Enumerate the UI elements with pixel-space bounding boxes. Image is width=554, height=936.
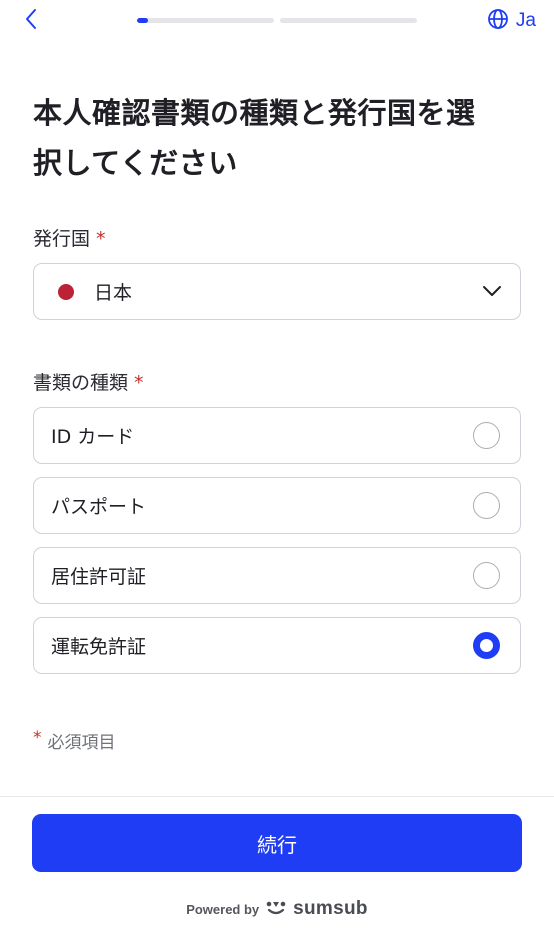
japan-flag-icon (58, 283, 74, 300)
page-title-line-2: 択してください (33, 146, 238, 180)
option-label: 運転免許証 (51, 636, 147, 658)
document-option-id-card[interactable]: ID カード (33, 407, 521, 464)
page-title: 本人確認書類の種類と発行国を選 択してください (33, 88, 528, 188)
page-title-line-1: 本人確認書類の種類と発行国を選 (33, 96, 476, 130)
option-label: ID カード (51, 426, 135, 448)
radio-button[interactable] (473, 422, 500, 449)
required-fields-note: * 必須項目 (33, 728, 116, 753)
required-mark: * (33, 728, 42, 748)
required-fields-text: 必須項目 (47, 733, 116, 753)
sumsub-brand-text: sumsub (293, 898, 368, 919)
country-label: 発行国 * (33, 224, 106, 251)
option-label: 居住許可証 (51, 566, 147, 588)
chevron-down-icon (482, 282, 502, 301)
document-option-residence-permit[interactable]: 居住許可証 (33, 547, 521, 604)
country-label-text: 発行国 (33, 228, 91, 250)
chevron-left-icon (24, 8, 38, 34)
powered-by-text: Powered by (186, 901, 260, 917)
document-type-label-text: 書類の種類 (33, 372, 129, 394)
language-button[interactable]: Ja (487, 8, 536, 34)
option-label: パスポート (51, 496, 147, 518)
language-label: Ja (515, 10, 536, 31)
required-mark: * (96, 228, 106, 250)
sumsub-logo-icon (265, 898, 287, 920)
progress-step-1 (137, 18, 274, 23)
radio-button-selected[interactable] (473, 632, 500, 659)
progress-indicator (137, 18, 417, 23)
back-button[interactable] (18, 8, 44, 34)
radio-button[interactable] (473, 492, 500, 519)
country-select[interactable]: 日本 (33, 263, 521, 320)
footer-divider (0, 796, 554, 797)
document-option-drivers-license[interactable]: 運転免許証 (33, 617, 521, 674)
required-mark: * (134, 372, 144, 394)
radio-button[interactable] (473, 562, 500, 589)
powered-by: Powered by sumsub (0, 898, 554, 920)
globe-icon (487, 8, 509, 34)
progress-step-2 (280, 18, 417, 23)
document-option-passport[interactable]: パスポート (33, 477, 521, 534)
document-type-label: 書類の種類 * (33, 368, 144, 395)
progress-step-1-fill (137, 18, 148, 23)
header-bar: Ja (0, 0, 554, 44)
country-selected-value: 日本 (94, 282, 133, 304)
continue-button[interactable]: 続行 (32, 814, 522, 872)
